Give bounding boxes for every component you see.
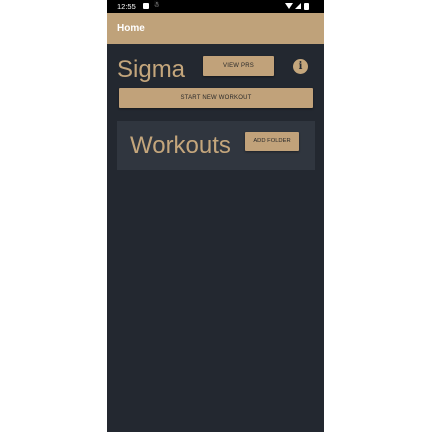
folder-card: Workouts ADD FOLDER: [117, 121, 315, 170]
signal-icon: [295, 3, 301, 9]
status-bar: 12:55 ☃: [107, 0, 324, 13]
folder-title: Workouts: [130, 132, 231, 159]
notification-icon: [143, 3, 149, 9]
add-folder-button[interactable]: ADD FOLDER: [245, 132, 299, 151]
battery-icon: [304, 3, 309, 10]
profile-name: Sigma: [117, 56, 186, 83]
start-new-workout-button[interactable]: START NEW WORKOUT: [119, 88, 313, 108]
app-screen: 12:55 ☃ Home Sigma VIEW PRS i START NEW …: [107, 0, 324, 432]
page-title: Home: [117, 23, 145, 34]
wifi-icon: [285, 3, 293, 9]
debug-icon: ☃: [153, 2, 160, 9]
app-bar: Home: [107, 13, 324, 44]
status-time: 12:55: [117, 2, 136, 11]
view-prs-button[interactable]: VIEW PRS: [203, 56, 274, 76]
info-icon[interactable]: i: [293, 59, 308, 74]
